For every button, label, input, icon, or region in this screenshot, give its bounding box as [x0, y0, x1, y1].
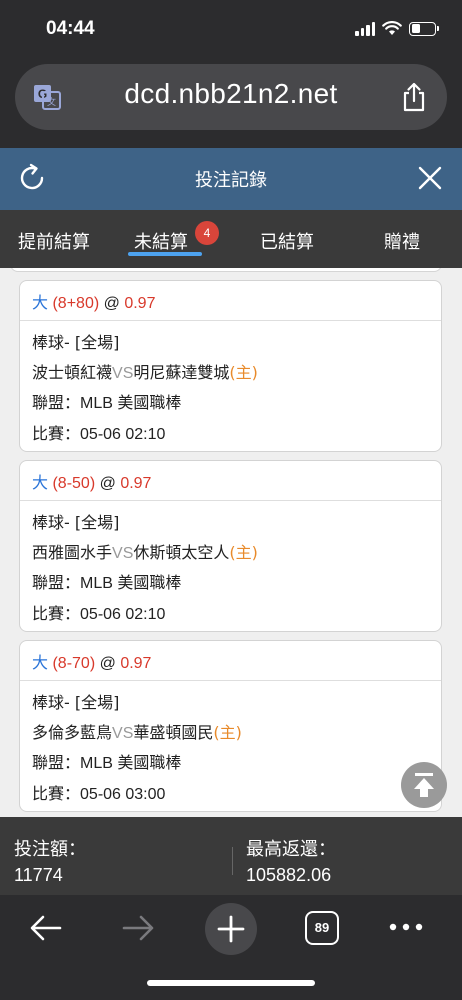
- battery-icon: [409, 21, 439, 36]
- league-name: MLB 美國職棒: [80, 395, 182, 412]
- app-header: 投注記錄: [0, 148, 462, 210]
- forward-arrow-icon[interactable]: [120, 913, 156, 943]
- bet-details: 棒球- [全場] 多倫多藍鳥VS華盛頓國民(主) 聯盟：MLB 美國職棒 比賽：…: [20, 681, 441, 809]
- max-return-label: 最高返還：: [246, 839, 336, 860]
- address-bar[interactable]: G 文 dcd.nbb21n2.net: [15, 64, 447, 130]
- bet-odds: 0.97: [120, 475, 152, 492]
- status-time: 04:44: [46, 18, 95, 39]
- bet-details: 棒球- [全場] 波士頓紅襪VS明尼蘇達雙城(主) 聯盟：MLB 美國職棒 比賽…: [20, 321, 441, 449]
- at-sign: @: [99, 475, 116, 492]
- status-bar: 04:44: [0, 0, 462, 60]
- matchup: 波士頓紅襪VS明尼蘇達雙城(主): [32, 358, 441, 389]
- more-options-icon[interactable]: [388, 917, 424, 937]
- home-tag: (主): [229, 542, 258, 562]
- at-sign: @: [103, 295, 120, 312]
- bet-card[interactable]: 大 (8+80) @ 0.97 棒球- [全場] 波士頓紅襪VS明尼蘇達雙城(主…: [19, 280, 442, 452]
- bet-pick: 大: [32, 293, 49, 312]
- home-tag: (主): [229, 362, 258, 382]
- new-tab-button[interactable]: [205, 903, 257, 955]
- away-team: 西雅圖水手: [32, 542, 113, 562]
- bet-odds: 0.97: [120, 655, 152, 672]
- cellular-signal-icon: [355, 21, 375, 36]
- match-time: 05-06 03:00: [80, 785, 166, 803]
- vs-label: VS: [112, 544, 134, 562]
- matchup: 西雅圖水手VS休斯頓太空人(主): [32, 538, 441, 569]
- arrow-up-to-top-icon: [414, 773, 434, 797]
- match-label: 比賽：: [32, 423, 81, 443]
- status-icons: [355, 21, 439, 36]
- league-label: 聯盟：: [32, 393, 81, 412]
- tab-label: 提前結算: [18, 232, 90, 253]
- home-tag: (主): [213, 722, 242, 742]
- league-label: 聯盟：: [32, 753, 81, 772]
- league-line: 聯盟：MLB 美國職棒: [32, 748, 441, 779]
- bet-card[interactable]: 大 (8-70) @ 0.97 棒球- [全場] 多倫多藍鳥VS華盛頓國民(主)…: [19, 640, 442, 812]
- match-label: 比賽：: [32, 783, 81, 803]
- vs-label: VS: [112, 724, 134, 742]
- match-time: 05-06 02:10: [80, 425, 166, 443]
- bet-selection: 大 (8-70) @ 0.97: [20, 641, 441, 681]
- bet-summary: 投注額： 11774 最高返還： 105882.06: [0, 817, 462, 895]
- league-name: MLB 美國職棒: [80, 755, 182, 772]
- at-sign: @: [99, 655, 116, 672]
- bet-pick: 大: [32, 473, 49, 492]
- bet-record-tabs: 提前結算 未結算 4 已結算 贈禮: [0, 210, 462, 268]
- previous-bet-card-edge: [10, 268, 442, 272]
- share-icon[interactable]: [401, 82, 427, 112]
- url-text[interactable]: dcd.nbb21n2.net: [15, 78, 447, 110]
- tab-label: 未結算: [134, 232, 188, 253]
- tab-gifts[interactable]: 贈禮: [384, 228, 420, 254]
- close-icon[interactable]: [416, 164, 444, 192]
- bet-card[interactable]: 大 (8-50) @ 0.97 棒球- [全場] 西雅圖水手VS休斯頓太空人(主…: [19, 460, 442, 632]
- wifi-icon: [382, 21, 402, 35]
- active-tab-indicator: [128, 252, 202, 256]
- bet-handicap: (8+80): [52, 295, 100, 312]
- match-line: 比賽：05-06 02:10: [32, 599, 441, 630]
- sport-line: 棒球- [全場]: [32, 333, 120, 352]
- away-team: 波士頓紅襪: [32, 362, 113, 382]
- league-name: MLB 美國職棒: [80, 575, 182, 592]
- bet-selection: 大 (8-50) @ 0.97: [20, 461, 441, 501]
- home-team: 華盛頓國民: [133, 722, 214, 742]
- match-line: 比賽：05-06 03:00: [32, 779, 441, 810]
- league-line: 聯盟：MLB 美國職棒: [32, 568, 441, 599]
- bet-list[interactable]: 大 (8+80) @ 0.97 棒球- [全場] 波士頓紅襪VS明尼蘇達雙城(主…: [0, 268, 462, 817]
- home-team: 休斯頓太空人: [133, 542, 230, 562]
- max-return-value: 105882.06: [246, 865, 332, 885]
- bet-details: 棒球- [全場] 西雅圖水手VS休斯頓太空人(主) 聯盟：MLB 美國職棒 比賽…: [20, 501, 441, 629]
- scroll-to-top-button[interactable]: [401, 762, 447, 808]
- away-team: 多倫多藍鳥: [32, 722, 113, 742]
- league-line: 聯盟：MLB 美國職棒: [32, 388, 441, 419]
- stake-value: 11774: [14, 865, 63, 885]
- tab-switcher-button[interactable]: 89: [305, 911, 339, 945]
- count-badge: 4: [195, 221, 219, 245]
- vs-label: VS: [112, 364, 134, 382]
- home-team: 明尼蘇達雙城: [133, 362, 230, 382]
- page-title: 投注記錄: [195, 170, 267, 191]
- match-line: 比賽：05-06 02:10: [32, 419, 441, 450]
- bet-odds: 0.97: [124, 295, 156, 312]
- tab-label: 贈禮: [384, 232, 420, 253]
- back-arrow-icon[interactable]: [28, 913, 64, 943]
- tab-settled[interactable]: 已結算: [260, 228, 314, 254]
- stake-label: 投注額：: [14, 839, 86, 860]
- bet-handicap: (8-70): [52, 655, 96, 672]
- bet-pick: 大: [32, 653, 49, 672]
- plus-icon: [217, 915, 245, 943]
- tab-label: 已結算: [260, 232, 314, 253]
- sport-line: 棒球- [全場]: [32, 513, 120, 532]
- summary-divider: [232, 847, 233, 875]
- match-label: 比賽：: [32, 603, 81, 623]
- home-indicator: [147, 980, 315, 986]
- browser-address-area: G 文 dcd.nbb21n2.net: [0, 60, 462, 148]
- bet-handicap: (8-50): [52, 475, 96, 492]
- bet-selection: 大 (8+80) @ 0.97: [20, 281, 441, 321]
- matchup: 多倫多藍鳥VS華盛頓國民(主): [32, 718, 441, 749]
- tab-early-settlement[interactable]: 提前結算: [18, 228, 90, 254]
- tab-unsettled[interactable]: 未結算 4: [134, 221, 219, 254]
- sport-line: 棒球- [全場]: [32, 693, 120, 712]
- league-label: 聯盟：: [32, 573, 81, 592]
- match-time: 05-06 02:10: [80, 605, 166, 623]
